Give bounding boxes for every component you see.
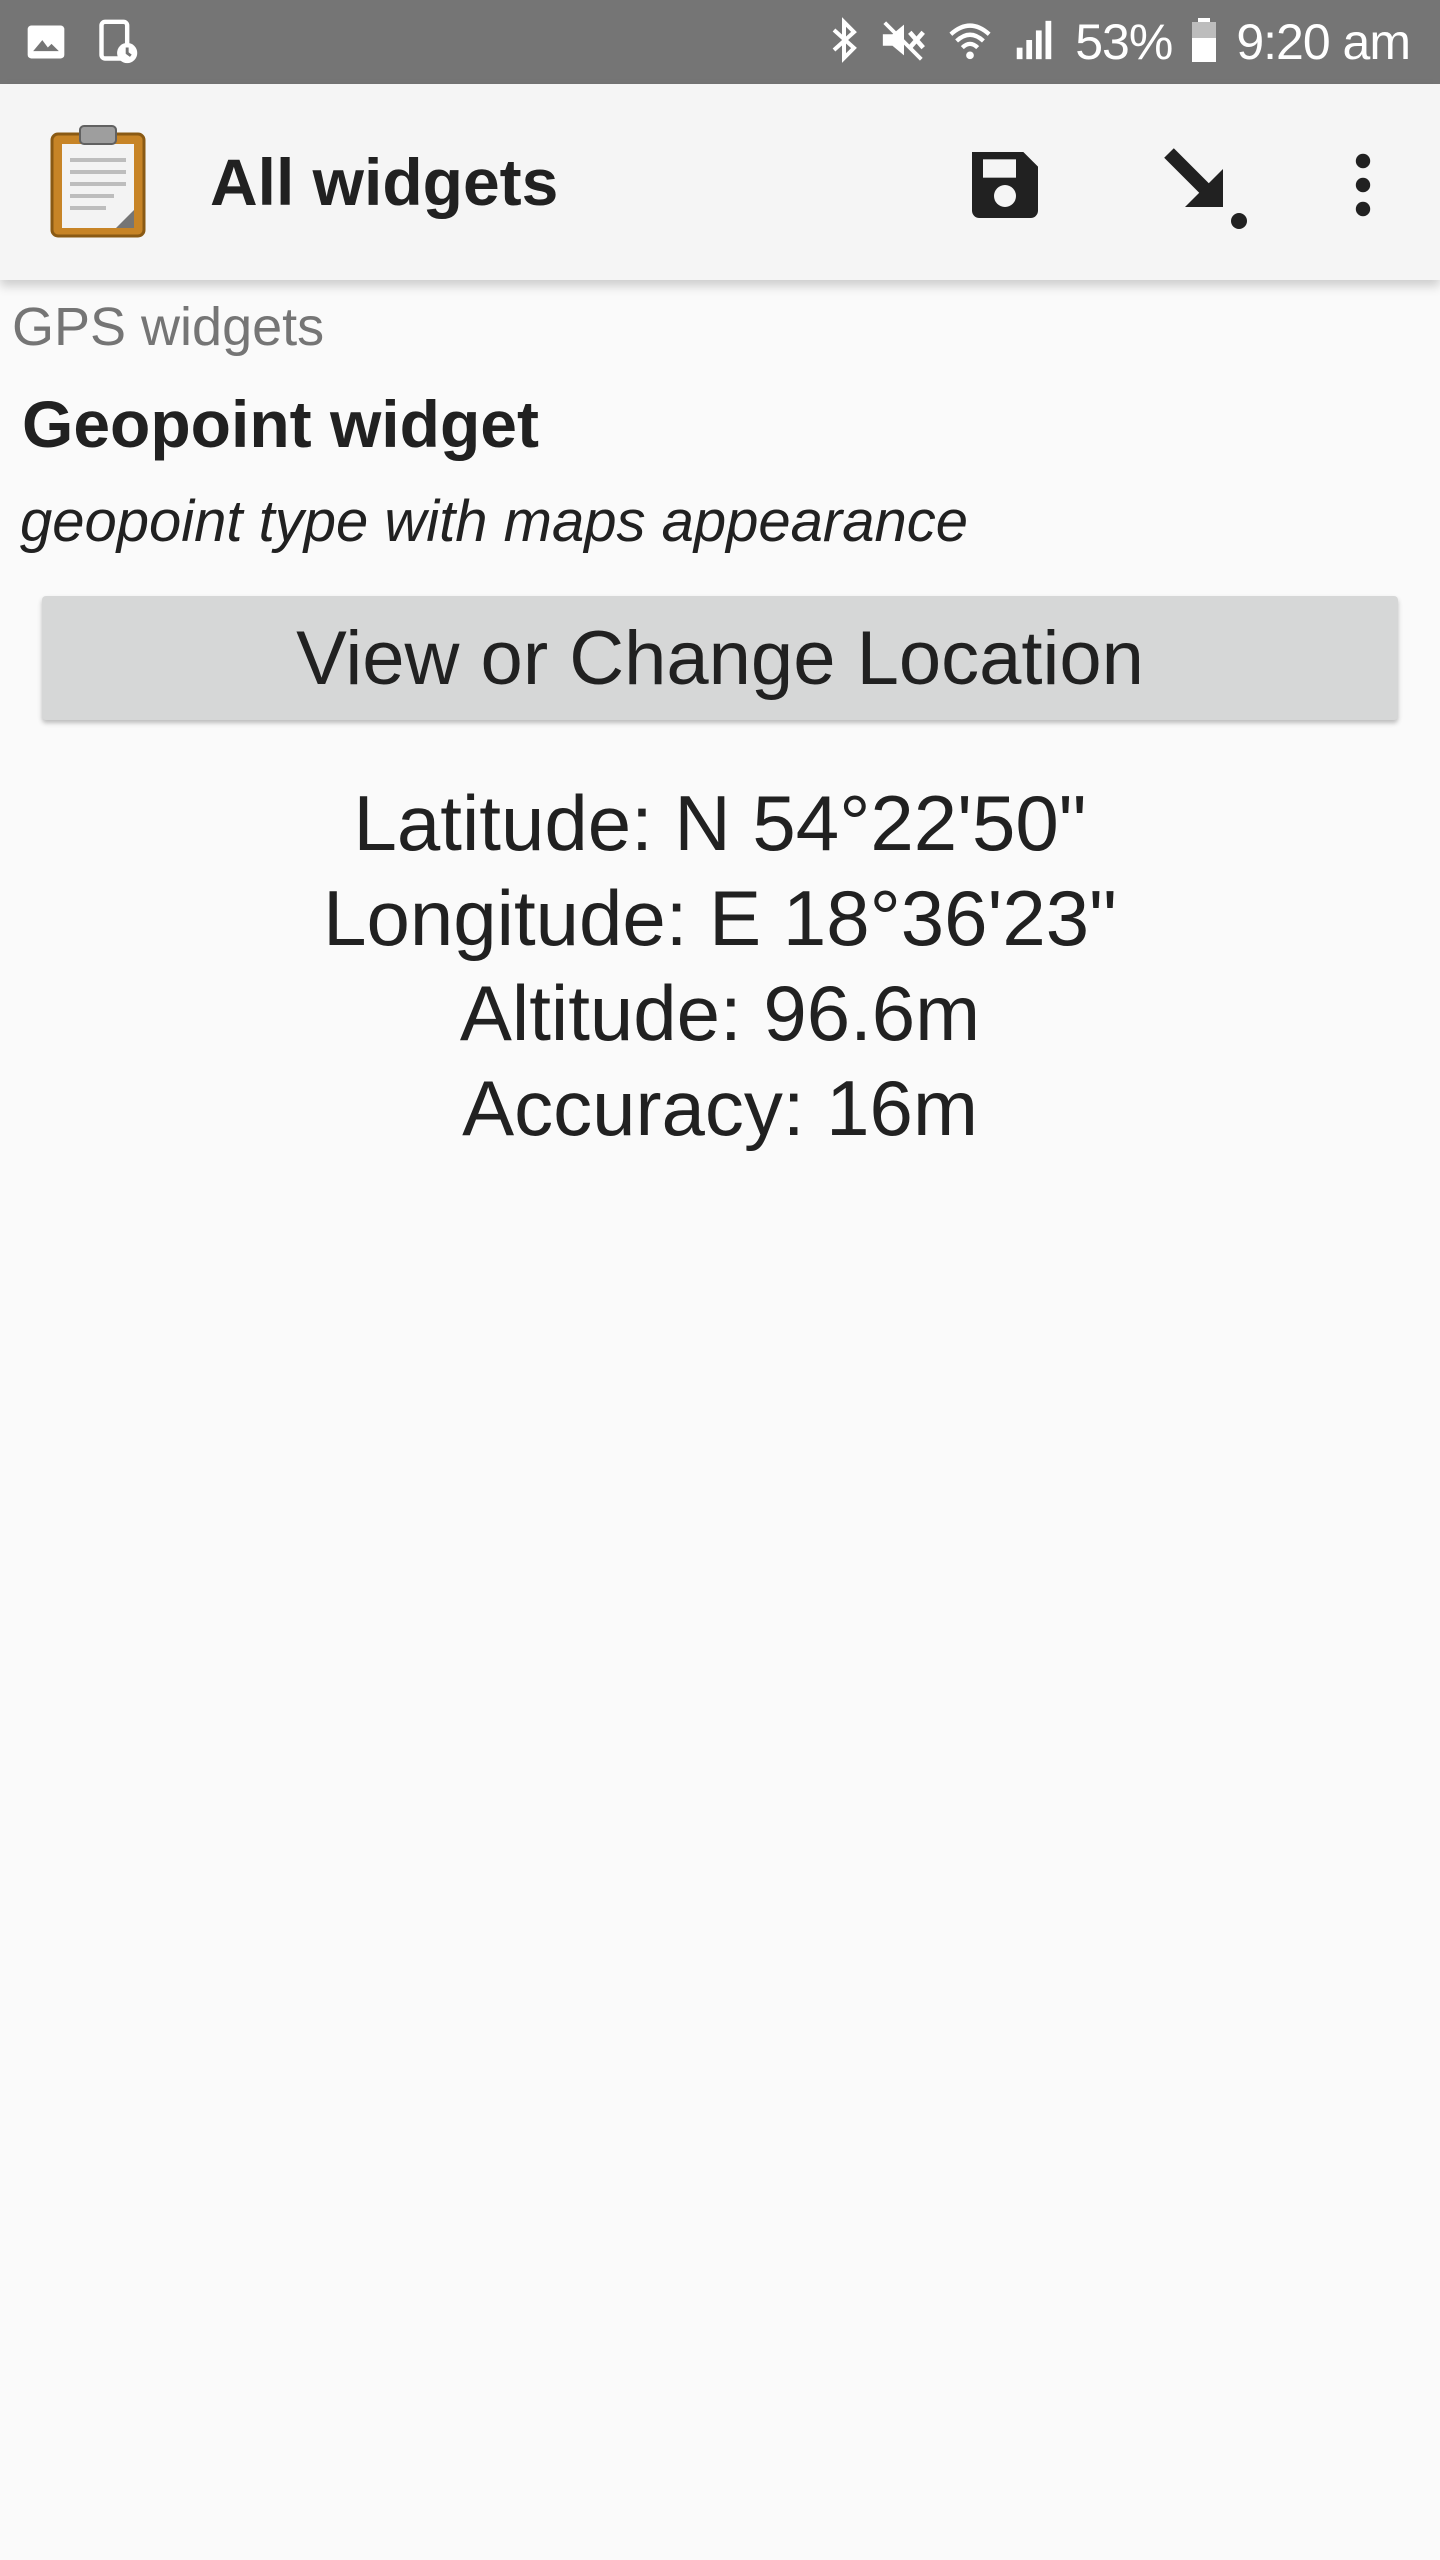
image-icon [24,20,68,69]
save-icon [961,141,1049,234]
group-label: GPS widgets [12,297,325,357]
mute-icon [879,16,929,69]
status-bar-left-icons [24,18,140,71]
screen-timer-icon [96,18,140,71]
status-bar-right: 53% 9:20 am [827,0,1411,84]
clipboard-app-icon [48,122,148,240]
latitude-text: Latitude: N 54°22'50" [353,779,1087,867]
status-bar: 53% 9:20 am [0,0,1440,84]
app-toolbar: All widgets [0,84,1440,280]
signal-icon [1011,18,1057,67]
bluetooth-icon [827,16,861,69]
save-button[interactable] [950,132,1060,242]
view-change-location-button[interactable]: View or Change Location [42,596,1398,720]
clock: 9:20 am [1236,14,1411,70]
jump-to-button[interactable] [1150,132,1260,242]
question-label: Geopoint widget [22,387,539,461]
battery-percent: 53% [1075,14,1173,70]
question-hint: geopoint type with maps appearance [20,489,968,554]
toolbar-title: All widgets [210,145,559,219]
geopoint-readout: Latitude: N 54°22'50" Longitude: E 18°36… [0,776,1440,1156]
more-options-icon [1353,152,1373,223]
longitude-text: Longitude: E 18°36'23" [323,874,1117,962]
jump-to-icon [1157,137,1253,238]
accuracy-text: Accuracy: 16m [462,1064,978,1152]
more-options-button[interactable] [1308,132,1418,242]
wifi-icon [947,16,993,69]
battery-icon [1190,16,1218,69]
altitude-text: Altitude: 96.6m [459,969,981,1057]
